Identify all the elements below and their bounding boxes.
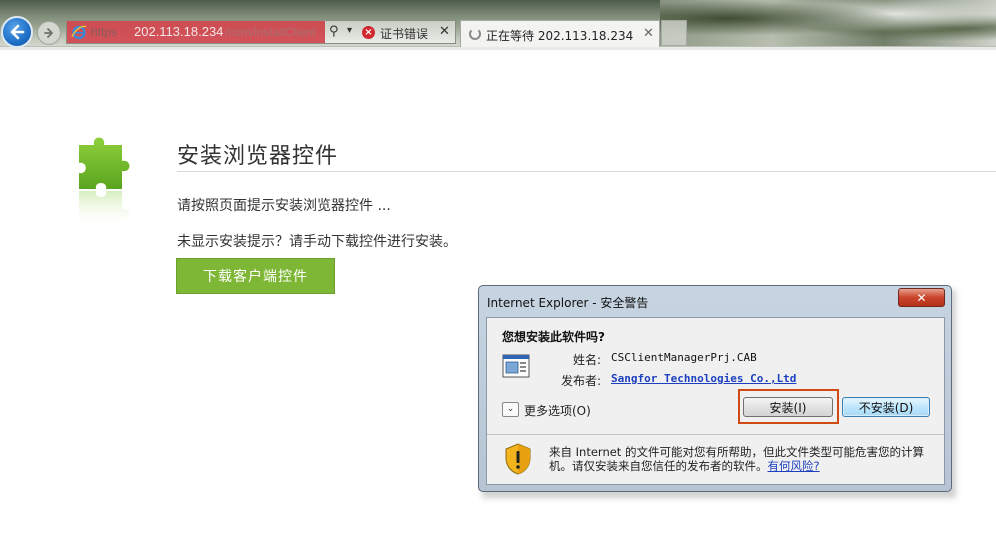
publisher-label: 发布者: bbox=[561, 374, 602, 388]
download-client-button[interactable]: 下载客户端控件 bbox=[176, 258, 335, 294]
tab-close-icon[interactable]: ✕ bbox=[643, 26, 654, 41]
tab-label: 正在等待 202.113.18.234 bbox=[486, 29, 634, 43]
security-shield-icon bbox=[505, 443, 531, 475]
what-is-risk-link[interactable]: 有何风险? bbox=[768, 459, 820, 473]
back-button[interactable] bbox=[1, 16, 33, 48]
manual-download-prompt: 未显示安装提示？请手动下载控件进行安装。 bbox=[177, 234, 457, 250]
close-icon[interactable]: ✕ bbox=[439, 24, 450, 39]
publisher-link[interactable]: Sangfor Technologies Co.,Ltd bbox=[611, 372, 796, 385]
url-path: /com/installClient bbox=[225, 25, 316, 39]
dialog-close-button[interactable]: ✕ bbox=[898, 288, 945, 307]
install-prompt: 请按照页面提示安装浏览器控件 ... bbox=[177, 198, 391, 214]
security-warning-dialog: Internet Explorer - 安全警告 ✕ 您想安装此软件吗? 姓名:… bbox=[478, 285, 952, 492]
new-tab-button[interactable] bbox=[661, 20, 687, 46]
browser-tab[interactable]: 正在等待 202.113.18.234 ✕ bbox=[460, 20, 660, 47]
back-arrow-icon bbox=[10, 24, 25, 40]
toolbar-background bbox=[660, 0, 996, 46]
title-divider bbox=[177, 171, 996, 172]
install-question: 您想安装此软件吗? bbox=[502, 330, 605, 344]
dropdown-icon[interactable]: ▾ bbox=[347, 25, 352, 36]
page-title: 安装浏览器控件 bbox=[177, 144, 339, 169]
name-label: 姓名: bbox=[573, 353, 602, 367]
ie-logo-icon bbox=[71, 25, 87, 40]
url-host: 202.113.18.234 bbox=[134, 24, 224, 39]
cert-error-icon[interactable]: × bbox=[362, 26, 375, 39]
expand-chevron-icon[interactable]: ⌄ bbox=[502, 402, 519, 417]
url-protocol: https bbox=[91, 25, 118, 39]
dialog-title: Internet Explorer - 安全警告 bbox=[487, 296, 649, 310]
dialog-body: 您想安装此软件吗? 姓名: CSClientManagerPrj.CAB 发布者… bbox=[486, 317, 945, 485]
forward-arrow-icon bbox=[44, 28, 53, 38]
dialog-separator bbox=[487, 434, 944, 435]
security-warning-text: 来自 Internet 的文件可能对您有所帮助，但此文件类型可能危害您的计算机。… bbox=[549, 445, 939, 473]
dont-install-button[interactable]: 不安装(D) bbox=[842, 397, 930, 417]
puzzle-piece-icon bbox=[79, 137, 130, 229]
address-bar[interactable]: https 202.113.18.234 /com/installClient … bbox=[66, 20, 456, 44]
warning-body: 来自 Internet 的文件可能对您有所帮助，但此文件类型可能危害您的计算机。… bbox=[549, 445, 924, 473]
loading-spinner-icon bbox=[469, 28, 481, 40]
more-options-link[interactable]: 更多选项(O) bbox=[524, 402, 591, 419]
search-icon[interactable]: ⚲ bbox=[329, 24, 339, 39]
install-button[interactable]: 安装(I) bbox=[743, 397, 833, 417]
activex-package-icon bbox=[502, 354, 530, 378]
forward-button[interactable] bbox=[37, 21, 61, 45]
file-name-value: CSClientManagerPrj.CAB bbox=[611, 351, 757, 364]
cert-error-label[interactable]: 证书错误 bbox=[380, 25, 428, 42]
